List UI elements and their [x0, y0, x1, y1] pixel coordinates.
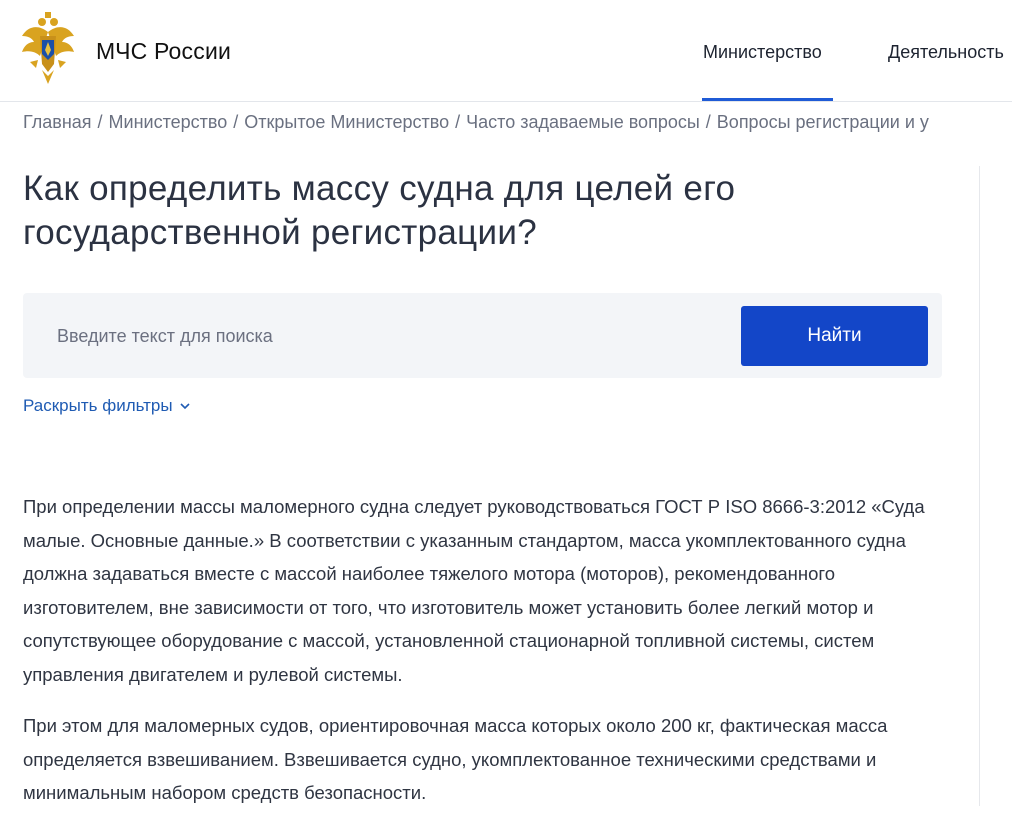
site-header: МЧС России Министерство Деятельность [0, 0, 1012, 102]
breadcrumb-separator: / [455, 112, 461, 132]
search-button[interactable]: Найти [741, 306, 928, 366]
search-panel: Найти [23, 293, 942, 378]
breadcrumb-item-registration[interactable]: Вопросы регистрации и у [717, 112, 929, 132]
breadcrumb-item-home[interactable]: Главная [23, 112, 92, 132]
nav-item-activity[interactable]: Деятельность [888, 42, 1004, 63]
breadcrumb-separator: / [97, 112, 103, 132]
page-title: Как определить массу судна для целей его… [23, 169, 736, 252]
search-input[interactable] [55, 317, 659, 355]
brand-name[interactable]: МЧС России [96, 38, 231, 65]
breadcrumb-item-ministry[interactable]: Министерство [109, 112, 228, 132]
article-paragraph: При определении массы маломерного судна … [23, 496, 925, 685]
article-body: При определении массы маломерного судна … [23, 490, 963, 828]
breadcrumb: Главная / Министерство / Открытое Министерст… [23, 112, 1012, 133]
chevron-down-icon [180, 403, 190, 410]
article-paragraph: При этом для маломерных судов, ориентиро… [23, 715, 888, 803]
breadcrumb-item-faq[interactable]: Часто задаваемые вопросы [466, 112, 700, 132]
breadcrumb-item-open-ministry[interactable]: Открытое Министерство [244, 112, 449, 132]
breadcrumb-separator: / [233, 112, 239, 132]
emercom-emblem-logo[interactable] [20, 10, 76, 86]
expand-filters-link[interactable]: Раскрыть фильтры [23, 396, 191, 416]
active-nav-indicator [702, 98, 833, 101]
sidebar-divider [979, 166, 980, 806]
nav-item-ministry[interactable]: Министерство [703, 42, 822, 63]
expand-filters-label: Раскрыть фильтры [23, 396, 173, 415]
breadcrumb-separator: / [705, 112, 711, 132]
